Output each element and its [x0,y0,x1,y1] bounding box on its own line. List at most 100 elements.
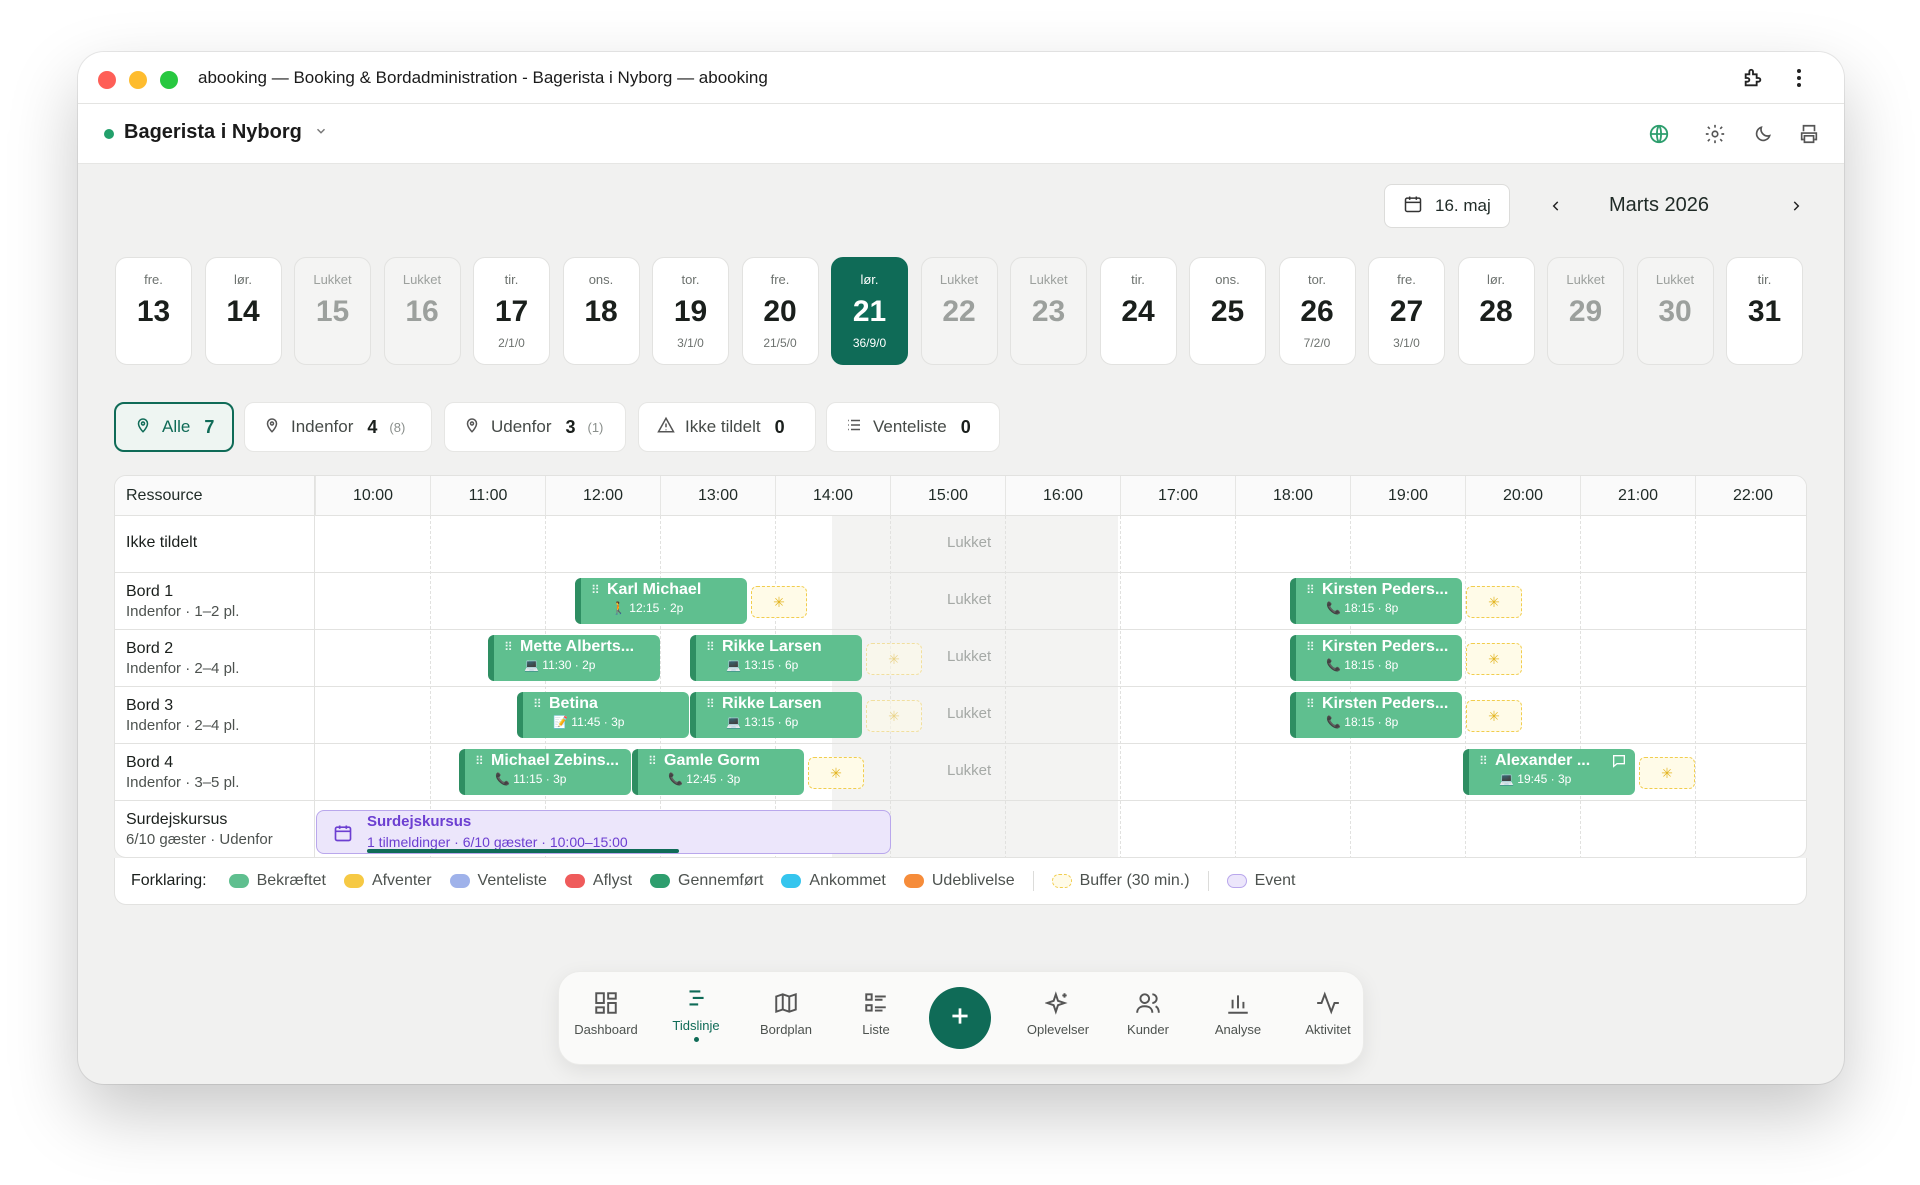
globe-icon[interactable] [1646,121,1672,147]
day-cell[interactable]: ons. 18 [562,257,640,365]
legend-label: Buffer (30 min.) [1079,872,1190,889]
minimize-window-button[interactable] [129,71,147,89]
drag-handle-icon[interactable]: ⠿ [1306,697,1315,711]
gear-icon[interactable] [1702,121,1728,147]
list-icon [833,990,919,1018]
day-cell[interactable]: Lukket 16 [383,257,461,365]
day-cell[interactable]: lør. 28 [1457,257,1535,365]
day-cell[interactable]: lør. 14 [204,257,282,365]
day-number: 31 [1747,295,1782,328]
day-number: 18 [584,295,618,328]
drag-handle-icon[interactable]: ⠿ [475,754,484,768]
day-cell[interactable]: Lukket 29 [1547,257,1624,365]
booking-card[interactable]: ⠿ Rikke Larsen 💻 13:15 · 6p [690,635,862,681]
day-cell[interactable]: tor. 19 3/1/0 [652,257,729,365]
close-window-button[interactable] [98,71,116,89]
day-name: tir. [504,272,519,287]
drag-handle-icon[interactable]: ⠿ [504,640,513,654]
resource-header: Ressource [115,476,315,516]
drag-handle-icon[interactable]: ⠿ [648,754,657,768]
drag-handle-icon[interactable]: ⠿ [1479,754,1488,768]
legend-swatch [650,874,671,888]
nav-tidslinje[interactable]: Tidslinje [653,986,739,1042]
filter-alle-count: 7 [204,416,215,437]
day-name: Lukket [1566,272,1605,287]
next-month-button[interactable] [1784,194,1808,218]
booking-name: Kirsten Peders... [1322,638,1449,655]
booking-card[interactable]: ⠿ Karl Michael 🚶 12:15 · 2p [575,578,747,624]
nav-analyse[interactable]: Analyse [1195,990,1281,1037]
nav-oplevelser[interactable]: Oplevelser [1015,990,1101,1037]
day-cell[interactable]: tir. 31 [1726,257,1803,365]
date-picker-button[interactable]: 16. maj [1384,184,1510,228]
closed-label: Lukket [947,648,992,665]
chevron-down-icon[interactable] [314,124,328,143]
day-cell[interactable]: tir. 24 [1099,257,1177,365]
day-cell[interactable]: Lukket 22 [920,257,998,365]
nav-aktivitet[interactable]: Aktivitet [1285,990,1371,1037]
booking-card[interactable]: ⠿ Mette Alberts... 💻 11:30 · 2p [488,635,660,681]
legend-label: Gennemført [678,872,764,889]
row-name: Bord 2 [126,640,174,657]
legend-swatch [343,874,364,888]
day-cell[interactable]: lør. 21 36/9/0 [831,257,908,365]
legend-swatch [564,874,585,888]
nav-bordplan[interactable]: Bordplan [743,990,829,1037]
booking-name: Rikke Larsen [722,695,822,712]
extension-icon[interactable] [1740,65,1766,91]
moon-icon[interactable] [1750,121,1776,147]
booking-meta: 📞 18:15 · 8p [1326,658,1399,672]
booking-card[interactable]: ⠿ Michael Zebins... 📞 11:15 · 3p [459,749,631,795]
day-cell[interactable]: Lukket 23 [1010,257,1087,365]
booking-card[interactable]: ⠿ Betina 📝 11:45 · 3p [517,692,689,738]
row-name: Ikke tildelt [126,534,198,551]
day-cell[interactable]: tor. 26 7/2/0 [1278,257,1356,365]
legend-item: Afventer [343,872,432,890]
day-cell[interactable]: ons. 25 [1189,257,1266,365]
drag-handle-icon[interactable]: ⠿ [591,583,600,597]
booking-card[interactable]: ⠿ Kirsten Peders... 📞 18:15 · 8p [1290,635,1462,681]
nav-liste[interactable]: Liste [833,990,919,1037]
day-cell[interactable]: fre. 27 3/1/0 [1368,257,1445,365]
day-name: tor. [681,272,700,287]
day-cell[interactable]: tir. 17 2/1/0 [473,257,550,365]
venue-status-dot [104,129,114,139]
event-bar[interactable]: Surdejskursus 1 tilmeldinger · 6/10 gæst… [316,810,891,854]
printer-icon[interactable] [1796,121,1822,147]
booking-card[interactable]: ⠿ Alexander ... 💻 19:45 · 3p [1463,749,1635,795]
drag-handle-icon[interactable]: ⠿ [1306,583,1315,597]
nav-kunder[interactable]: Kunder [1105,990,1191,1037]
nav-dashboard[interactable]: Dashboard [563,990,649,1037]
legend-label: Aflyst [592,872,633,889]
map-pin-icon [134,416,152,439]
day-cell[interactable]: fre. 13 [115,257,192,365]
filter-udenfor[interactable]: Udenfor 3 (1) [444,402,626,452]
more-menu-icon[interactable] [1786,65,1812,91]
phone-icon: 📞 [668,772,687,786]
drag-handle-icon[interactable]: ⠿ [1306,640,1315,654]
legend-title: Forklaring: [131,872,207,889]
add-booking-button[interactable] [929,987,991,1049]
drag-handle-icon[interactable]: ⠿ [706,640,715,654]
day-stats [385,336,460,350]
day-cell[interactable]: fre. 20 21/5/0 [741,257,819,365]
day-number: 15 [315,295,350,328]
hour-header: 14:00 [775,476,890,516]
legend-label: Venteliste [477,872,547,889]
filter-alle[interactable]: Alle 7 [114,402,234,452]
filter-ikke-tildelt[interactable]: Ikke tildelt 0 [638,402,816,452]
drag-handle-icon[interactable]: ⠿ [533,697,542,711]
day-cell[interactable]: Lukket 30 [1636,257,1714,365]
booking-card[interactable]: ⠿ Gamle Gorm 📞 12:45 · 3p [632,749,804,795]
filter-indenfor[interactable]: Indenfor 4 (8) [244,402,432,452]
booking-card[interactable]: ⠿ Kirsten Peders... 📞 18:15 · 8p [1290,692,1462,738]
venue-name[interactable]: Bagerista i Nyborg [124,121,302,144]
booking-card[interactable]: ⠿ Kirsten Peders... 📞 18:15 · 8p [1290,578,1462,624]
drag-handle-icon[interactable]: ⠿ [706,697,715,711]
zoom-window-button[interactable] [160,71,178,89]
day-cell[interactable]: Lukket 15 [294,257,371,365]
filter-venteliste[interactable]: Venteliste 0 [826,402,1000,452]
filter-udenfor-count: 3 [565,416,576,437]
prev-month-button[interactable] [1544,194,1568,218]
booking-card[interactable]: ⠿ Rikke Larsen 💻 13:15 · 6p [690,692,862,738]
